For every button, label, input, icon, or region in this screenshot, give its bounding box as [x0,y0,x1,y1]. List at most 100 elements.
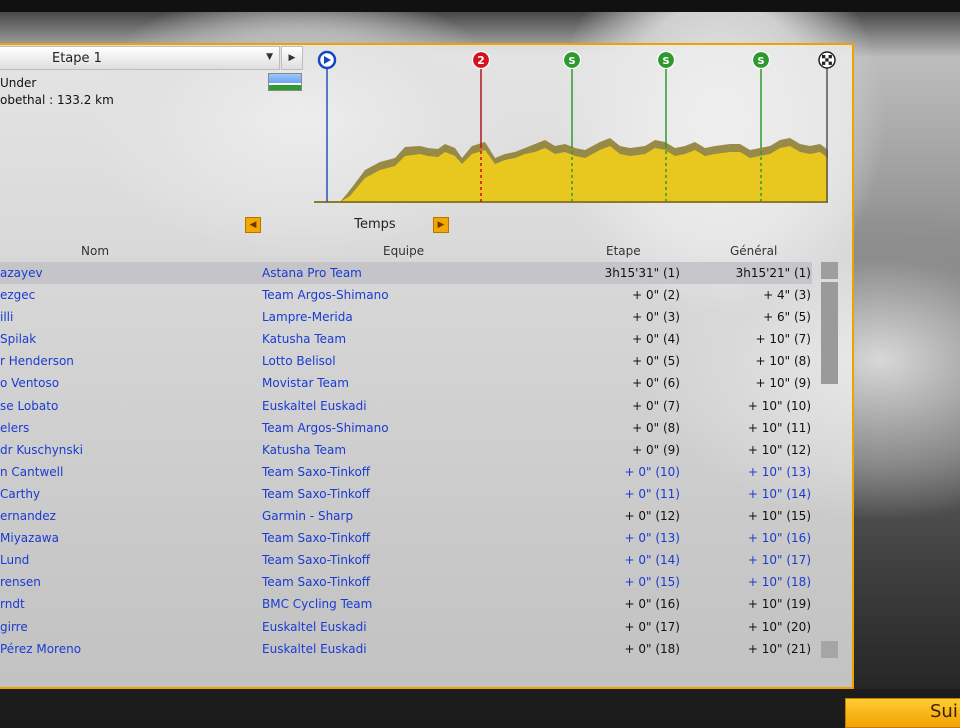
stage-time: + 0" (16) [624,597,680,612]
table-row[interactable]: Lund Team Saxo-Tinkoff + 0" (14) + 10" (17) [0,549,812,571]
rider-name[interactable]: r Henderson [0,354,74,368]
stage-distance-label: obethal : 133.2 km [0,93,114,107]
team-name[interactable]: Euskaltel Euskadi [262,620,367,634]
rider-name[interactable]: Carthy [0,487,40,501]
scroll-up-button[interactable] [821,262,838,279]
scrollbar[interactable] [821,262,838,658]
scroll-thumb[interactable] [821,282,838,384]
rider-name[interactable]: n Cantwell [0,465,63,479]
rider-name[interactable]: dr Kuschynski [0,443,83,457]
rider-name[interactable]: Lund [0,553,29,567]
table-row[interactable]: n Cantwell Team Saxo-Tinkoff + 0" (10) + 10… [0,461,812,483]
team-name[interactable]: Movistar Team [262,376,349,390]
stage-time: + 0" (5) [632,354,680,369]
table-row[interactable]: Miyazawa Team Saxo-Tinkoff + 0" (13) + 10" … [0,527,812,549]
general-time: + 10" (10) [747,398,811,413]
rider-name[interactable]: illi [0,310,13,324]
team-name[interactable]: Team Argos-Shimano [262,421,389,435]
top-strip [0,0,960,12]
table-row[interactable]: Spilak Katusha Team + 0" (4) + 10" (7) [0,328,812,350]
bottom-bar [0,689,960,720]
table-row[interactable]: illi Lampre-Merida + 0" (3) + 6" (5) [0,306,812,328]
table-row[interactable]: elers Team Argos-Shimano + 0" (8) + 10" (11… [0,417,812,439]
team-name[interactable]: Katusha Team [262,332,346,346]
results-table: azayev Astana Pro Team 3h15'31" (1) 3h15'21… [0,262,812,660]
table-row[interactable]: r Henderson Lotto Belisol + 0" (5) + 10" (8… [0,350,812,372]
next-ranking-button[interactable]: ▶ [433,217,449,233]
general-time: + 10" (12) [747,442,811,457]
team-name[interactable]: Euskaltel Euskadi [262,399,367,413]
stage-time: + 0" (4) [632,332,680,347]
header-stage[interactable]: Etape [606,244,641,258]
stage-time: 3h15'31" (1) [604,266,680,280]
next-button[interactable]: Sui [845,698,960,728]
table-row[interactable]: o Ventoso Movistar Team + 0" (6) + 10" (9) [0,372,812,394]
stage-time: + 0" (14) [624,553,680,568]
table-row[interactable]: ernandez Garmin - Sharp + 0" (12) + 10" (15… [0,505,812,527]
general-time: + 10" (8) [755,354,811,369]
general-time: + 10" (19) [747,597,811,612]
table-row[interactable]: ezgec Team Argos-Shimano + 0" (2) + 4" (3) [0,284,812,306]
table-row[interactable]: dr Kuschynski Katusha Team + 0" (9) + 10" (… [0,439,812,461]
stage-time: + 0" (3) [632,310,680,325]
team-name[interactable]: Katusha Team [262,443,346,457]
climb-marker-icon: 2 [471,50,491,70]
rider-name[interactable]: ezgec [0,288,35,302]
stage-type-label: Under [0,76,37,90]
scroll-down-button[interactable] [821,641,838,658]
ranking-mode-label: Temps [354,217,396,232]
svg-text:S: S [757,56,764,67]
header-name[interactable]: Nom [81,244,109,258]
table-row[interactable]: azayev Astana Pro Team 3h15'31" (1) 3h15'21… [0,262,812,285]
general-time: 3h15'21" (1) [735,266,811,280]
next-stage-button[interactable]: ▶ [281,46,303,70]
stage-time: + 0" (15) [624,575,680,590]
rider-name[interactable]: rndt [0,597,25,611]
general-time: + 10" (18) [747,575,811,590]
rider-name[interactable]: o Ventoso [0,376,59,390]
team-name[interactable]: Team Saxo-Tinkoff [262,553,370,567]
stage-time: + 0" (9) [632,442,680,457]
header-team[interactable]: Equipe [383,244,424,258]
team-name[interactable]: Lotto Belisol [262,354,336,368]
rider-name[interactable]: Pérez Moreno [0,642,81,656]
team-name[interactable]: Team Saxo-Tinkoff [262,531,370,545]
table-row[interactable]: Pérez Moreno Euskaltel Euskadi + 0" (18) + … [0,638,812,660]
team-name[interactable]: Lampre-Merida [262,310,353,324]
team-name[interactable]: BMC Cycling Team [262,597,372,611]
team-name[interactable]: Team Saxo-Tinkoff [262,487,370,501]
arrow-left-icon: ◀ [249,220,257,230]
team-name[interactable]: Garmin - Sharp [262,509,353,523]
svg-text:2: 2 [477,54,485,67]
table-row[interactable]: girre Euskaltel Euskadi + 0" (17) + 10" (20… [0,616,812,638]
prev-ranking-button[interactable]: ◀ [245,217,261,233]
rider-name[interactable]: rensen [0,575,41,589]
team-name[interactable]: Team Saxo-Tinkoff [262,575,370,589]
rider-name[interactable]: azayev [0,266,43,280]
team-name[interactable]: Astana Pro Team [262,266,362,280]
general-time: + 6" (5) [763,310,811,325]
rider-name[interactable]: elers [0,421,29,435]
stage-time: + 0" (8) [632,420,680,435]
rider-name[interactable]: girre [0,620,28,634]
rider-name[interactable]: ernandez [0,509,56,523]
stage-time: + 0" (18) [624,641,680,656]
table-row[interactable]: Carthy Team Saxo-Tinkoff + 0" (11) + 10" (1… [0,483,812,505]
general-time: + 10" (21) [747,641,811,656]
team-name[interactable]: Euskaltel Euskadi [262,642,367,656]
terrain-flag-icon [268,73,302,91]
team-name[interactable]: Team Argos-Shimano [262,288,389,302]
team-name[interactable]: Team Saxo-Tinkoff [262,465,370,479]
stage-dropdown[interactable]: Etape 1 ▼ [0,46,280,70]
table-row[interactable]: se Lobato Euskaltel Euskadi + 0" (7) + 10" … [0,395,812,417]
table-row[interactable]: rensen Team Saxo-Tinkoff + 0" (15) + 10" (1… [0,571,812,593]
rider-name[interactable]: Spilak [0,332,36,346]
rider-name[interactable]: se Lobato [0,399,58,413]
header-general[interactable]: Général [730,244,777,258]
chevron-down-icon: ▼ [266,52,273,62]
stage-time: + 0" (11) [624,486,680,501]
stage-profile: 2 S S S [310,50,840,210]
general-time: + 10" (15) [747,509,811,524]
rider-name[interactable]: Miyazawa [0,531,59,545]
table-row[interactable]: rndt BMC Cycling Team + 0" (16) + 10" (19) [0,593,812,615]
